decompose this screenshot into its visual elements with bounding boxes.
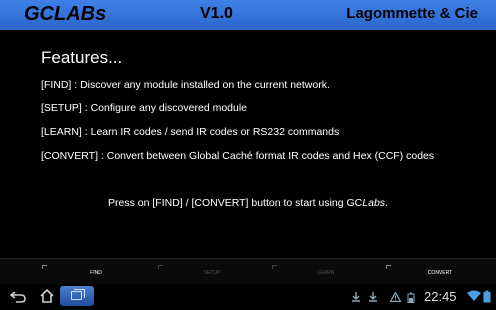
setup-button-label: SETUP	[203, 270, 221, 276]
alert-icon	[390, 292, 401, 302]
convert-button[interactable]: CONVERT	[384, 263, 496, 283]
button-corner	[272, 265, 277, 269]
battery-icon	[483, 290, 491, 303]
learn-button[interactable]: LEARN	[270, 263, 382, 283]
system-navigation-bar: 22:45	[0, 284, 496, 310]
features-heading: Features...	[41, 48, 123, 67]
action-button-bar: FIND SETUP LEARN CONVERT	[0, 258, 496, 284]
clock: 22:45	[424, 289, 457, 304]
title-bar: GCLABs V1.0 Lagommette & Cie	[0, 0, 496, 30]
hint-end: .	[385, 197, 388, 209]
feature-learn: [LEARN] : Learn IR codes / send IR codes…	[41, 126, 340, 138]
battery-status-icon	[407, 292, 415, 303]
button-corner	[158, 265, 163, 269]
find-button[interactable]: FIND	[40, 263, 152, 283]
button-corner	[386, 265, 391, 269]
download-icon	[352, 292, 360, 302]
start-hint: Press on [FIND] / [CONVERT] button to st…	[0, 197, 496, 209]
recent-apps-icon[interactable]	[60, 286, 94, 306]
feature-setup: [SETUP] : Configure any discovered modul…	[41, 102, 248, 114]
app-title: GCLABs	[24, 3, 107, 25]
hint-labs: Labs	[362, 197, 386, 209]
setup-button[interactable]: SETUP	[156, 263, 268, 283]
button-corner	[42, 265, 47, 269]
find-button-label: FIND	[90, 270, 102, 276]
main-content: Features... [FIND] : Discover any module…	[0, 30, 496, 258]
download-icon	[369, 292, 377, 302]
back-icon[interactable]	[10, 291, 26, 303]
app-version: V1.0	[200, 5, 233, 22]
learn-button-label: LEARN	[317, 270, 335, 276]
convert-button-label: CONVERT	[427, 270, 453, 276]
home-icon[interactable]	[40, 289, 54, 303]
wifi-icon	[467, 290, 481, 301]
company-name: Lagommette & Cie	[346, 5, 478, 22]
feature-convert: [CONVERT] : Convert between Global Caché…	[41, 150, 435, 162]
feature-find: [FIND] : Discover any module installed o…	[41, 79, 330, 91]
recent-apps-shape-front	[71, 291, 82, 300]
hint-text: Press on [FIND] / [CONVERT] button to st…	[108, 197, 363, 209]
